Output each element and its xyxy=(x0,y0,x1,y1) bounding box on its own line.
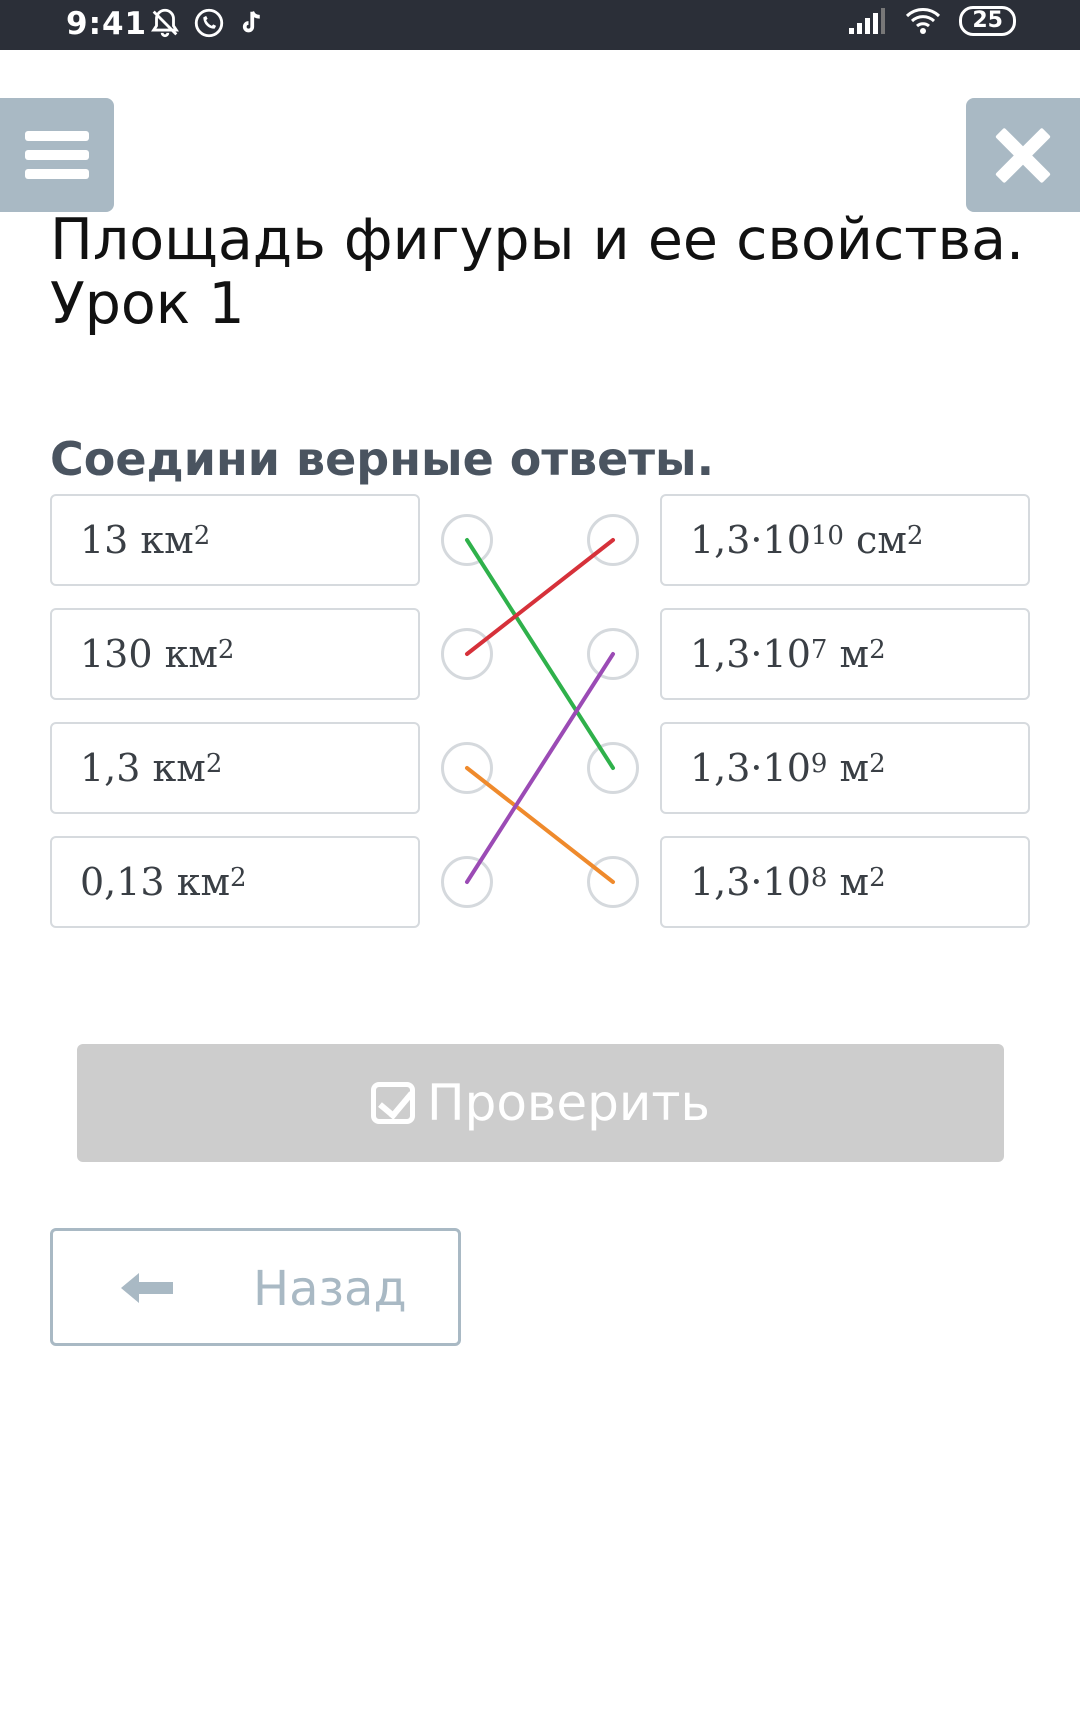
status-icons-left xyxy=(148,6,266,40)
page-title-line1: Площадь фигуры и ее свойства. xyxy=(50,207,1025,273)
right-answer-exponent: 10 xyxy=(810,521,844,551)
right-answer-exponent: 8 xyxy=(810,863,828,893)
right-connector-dot[interactable] xyxy=(587,856,639,908)
right-connector-dot[interactable] xyxy=(587,628,639,680)
right-connector-dot[interactable] xyxy=(587,514,639,566)
right-answer-exponent: 7 xyxy=(810,635,828,665)
checkbox-icon xyxy=(371,1082,415,1124)
left-answer-value: 1,3 км xyxy=(80,746,206,790)
right-answer-unit: см xyxy=(843,518,907,562)
signal-icon xyxy=(849,8,886,34)
right-connector-dot[interactable] xyxy=(587,742,639,794)
close-button[interactable] xyxy=(966,98,1080,212)
tiktok-icon xyxy=(242,11,260,33)
status-icons-right: 25 xyxy=(847,6,1016,36)
right-answer-exponent: 9 xyxy=(810,749,828,779)
right-answer-base: 1,3·10 xyxy=(690,860,811,904)
right-answer-unit-exponent: 2 xyxy=(869,749,886,779)
connection-line xyxy=(465,766,615,884)
right-answer-unit: м xyxy=(827,632,870,676)
check-button[interactable]: Проверить xyxy=(77,1044,1004,1162)
left-connector-dot[interactable] xyxy=(441,628,493,680)
right-answer-card[interactable]: 1,3·10 10 см 2 xyxy=(660,494,1030,586)
left-answer-card[interactable]: 0,13 км 2 xyxy=(50,836,420,928)
right-answer-unit-exponent: 2 xyxy=(906,521,924,551)
right-answer-base: 1,3·10 xyxy=(690,632,811,676)
left-answer-exponent: 2 xyxy=(217,635,235,665)
page-title: Площадь фигуры и ее свойства. Урок 1 xyxy=(50,208,1050,336)
page-title-line2: Урок 1 xyxy=(50,271,245,337)
left-answer-card[interactable]: 1,3 км 2 xyxy=(50,722,420,814)
left-connector-dot[interactable] xyxy=(441,856,493,908)
arrow-left-icon xyxy=(121,1273,173,1303)
right-answer-unit-exponent: 2 xyxy=(869,863,886,893)
left-answer-card[interactable]: 130 км 2 xyxy=(50,608,420,700)
left-answer-exponent: 2 xyxy=(193,521,211,551)
right-answer-base: 1,3·10 xyxy=(690,746,811,790)
menu-icon xyxy=(25,122,89,188)
left-answer-exponent: 2 xyxy=(230,863,247,893)
battery-icon: 25 xyxy=(959,6,1016,36)
left-answer-value: 13 км xyxy=(80,518,194,562)
instruction-text: Соедини верные ответы. xyxy=(50,432,715,486)
check-button-label: Проверить xyxy=(427,1074,710,1132)
left-connector-dot[interactable] xyxy=(441,514,493,566)
connection-line xyxy=(465,538,615,656)
right-answer-card[interactable]: 1,3·10 7 м2 xyxy=(660,608,1030,700)
status-time: 9:41 xyxy=(66,6,148,42)
right-answer-card[interactable]: 1,3·10 9 м2 xyxy=(660,722,1030,814)
status-bar: 9:41 25 xyxy=(0,0,1080,50)
left-answer-exponent: 2 xyxy=(205,749,223,779)
right-answer-card[interactable]: 1,3·10 8 м2 xyxy=(660,836,1030,928)
menu-button[interactable] xyxy=(0,98,114,212)
right-answer-unit: м xyxy=(827,746,870,790)
left-answer-value: 0,13 км xyxy=(80,860,230,904)
right-answer-unit-exponent: 2 xyxy=(869,635,886,665)
left-connector-dot[interactable] xyxy=(441,742,493,794)
close-icon xyxy=(994,126,1052,184)
left-answer-value: 130 км xyxy=(80,632,218,676)
notification-off-icon xyxy=(151,8,179,38)
left-answer-card[interactable]: 13 км 2 xyxy=(50,494,420,586)
wifi-icon xyxy=(906,8,941,34)
right-answer-base: 1,3·10 xyxy=(690,518,811,562)
back-button[interactable]: Назад xyxy=(50,1228,461,1346)
whatsapp-icon xyxy=(194,8,224,38)
right-answer-unit: м xyxy=(827,860,870,904)
back-button-label: Назад xyxy=(253,1261,407,1317)
